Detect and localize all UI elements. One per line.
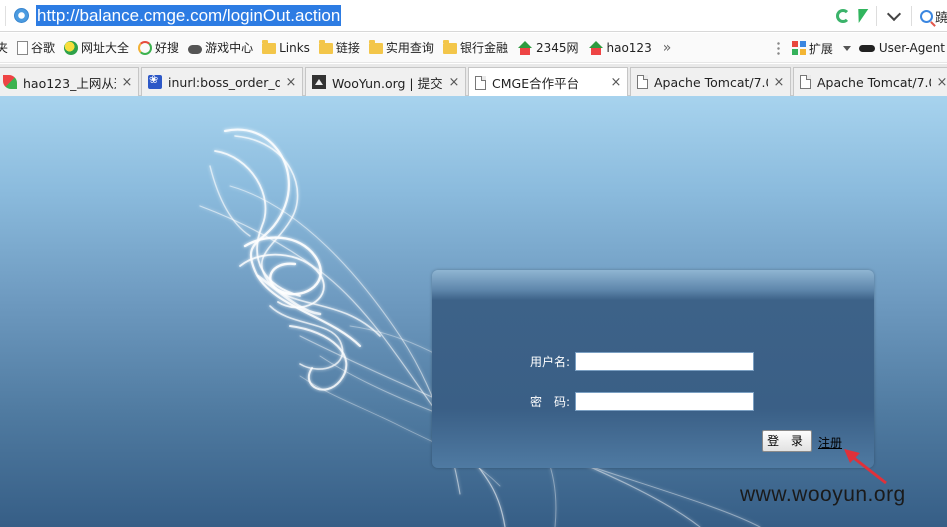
bookmarks-right: 扩展 User-Agent — [776, 33, 947, 63]
bookmarks-bar: 夹 谷歌 网址大全 好搜 游戏中心 Links 链接 实用查询 银行金融 234… — [0, 33, 947, 63]
bookmark-item[interactable]: 好搜 — [138, 37, 179, 59]
bookmark-label: 游戏中心 — [205, 41, 254, 55]
leaf-icon — [3, 75, 17, 89]
bookmark-folder[interactable]: 实用查询 — [368, 37, 434, 59]
extensions-label: 扩展 — [808, 41, 833, 56]
folder-icon — [262, 40, 277, 54]
tab-tomcat-2[interactable]: Apache Tomcat/7.0 × — [793, 67, 947, 96]
password-row: 密 码: — [432, 392, 754, 411]
login-panel: 用户名: 密 码: 登 录 注册 — [432, 270, 874, 468]
bookmark-item[interactable]: 2345网 — [517, 37, 579, 59]
tab-label: inurl:boss_order_del — [168, 74, 280, 90]
haosou-icon — [138, 40, 153, 55]
folder-icon — [368, 40, 383, 54]
watermark: www.wooyun.org — [740, 483, 906, 506]
close-icon[interactable]: × — [447, 75, 461, 90]
bookmark-label: 好搜 — [155, 41, 180, 55]
gamepad-icon — [188, 44, 203, 54]
bookmark-label: hao123 — [606, 40, 652, 55]
site-info-icon[interactable] — [14, 8, 29, 23]
more-options-icon[interactable] — [776, 41, 780, 55]
refresh-icon[interactable] — [836, 9, 850, 23]
house-icon — [517, 40, 533, 55]
search-input[interactable]: 蹺 — [935, 7, 947, 26]
close-icon[interactable]: × — [284, 75, 298, 90]
tab-hao123[interactable]: hao123_上网从这里开始 × — [0, 67, 139, 96]
bookmark-item[interactable]: 游戏中心 — [188, 37, 253, 59]
user-agent-label: User-Agent — [878, 41, 945, 55]
globe-icon — [64, 40, 79, 55]
username-row: 用户名: — [432, 352, 754, 371]
address-bar: http://balance.cmge.com/loginOut.action … — [0, 0, 947, 32]
username-input[interactable] — [575, 352, 754, 371]
bookmark-label: Links — [279, 40, 310, 55]
extensions-icon — [791, 41, 806, 55]
tab-cmge[interactable]: CMGE合作平台 × — [468, 67, 628, 97]
house-icon — [588, 40, 604, 55]
bookmark-label: 2345网 — [535, 41, 579, 55]
address-bar-tools: 蹺 — [836, 0, 947, 32]
bookmark-label: 银行金融 — [459, 41, 508, 55]
tab-label: hao123_上网从这里开始 — [23, 75, 116, 91]
tab-label: Apache Tomcat/7.0 — [817, 74, 931, 90]
paw-icon — [148, 73, 162, 89]
url-input[interactable]: http://balance.cmge.com/loginOut.action — [36, 5, 342, 26]
close-icon[interactable]: × — [120, 75, 134, 90]
bookmark-item[interactable]: 夹 — [0, 37, 8, 59]
mask-icon — [858, 44, 875, 52]
bookmark-folder[interactable]: 银行金融 — [442, 37, 508, 59]
page-content: 用户名: 密 码: 登 录 注册 www.wooyun.org — [0, 96, 947, 527]
bookmark-label: 实用查询 — [385, 41, 434, 55]
document-icon — [800, 75, 811, 89]
tab-label: Apache Tomcat/7.0 — [654, 74, 768, 90]
wooyun-icon — [312, 75, 326, 89]
tab-bar: hao123_上网从这里开始 × inurl:boss_order_del × … — [0, 64, 947, 97]
nav-edge — [0, 6, 6, 26]
tab-search[interactable]: inurl:boss_order_del × — [141, 67, 303, 96]
document-icon — [637, 75, 648, 89]
document-icon — [475, 75, 486, 90]
speed-mode-icon[interactable] — [853, 9, 869, 23]
tab-tomcat-1[interactable]: Apache Tomcat/7.0 × — [630, 67, 791, 96]
chevron-down-icon[interactable] — [886, 6, 902, 21]
bookmark-label: 谷歌 — [31, 41, 56, 55]
bookmark-label: 链接 — [335, 41, 360, 55]
tab-label: CMGE合作平台 — [492, 76, 580, 91]
username-label: 用户名: — [529, 355, 570, 369]
close-icon[interactable]: × — [935, 75, 947, 90]
password-label: 密 码: — [529, 395, 570, 409]
bookmark-item[interactable]: 网址大全 — [64, 37, 129, 59]
tab-wooyun[interactable]: WooYun.org | 提交漏洞 × — [305, 67, 466, 96]
bookmark-item[interactable]: hao123 — [588, 37, 652, 59]
bookmark-item[interactable]: 谷歌 — [17, 37, 55, 59]
extensions-button[interactable]: 扩展 — [791, 37, 833, 59]
folder-icon — [318, 40, 333, 54]
caret-down-icon[interactable] — [842, 45, 851, 51]
divider — [911, 6, 912, 26]
bookmark-folder[interactable]: Links — [262, 37, 310, 59]
password-input[interactable] — [575, 392, 754, 411]
more-bookmarks-button[interactable]: » — [663, 40, 672, 56]
close-icon[interactable]: × — [772, 75, 786, 90]
bookmark-folder[interactable]: 链接 — [318, 37, 360, 59]
folder-icon — [442, 40, 457, 54]
divider — [876, 6, 877, 26]
close-icon[interactable]: × — [609, 75, 623, 90]
red-arrow-annotation — [844, 449, 887, 485]
login-button[interactable]: 登 录 — [762, 430, 812, 452]
bookmark-label: 网址大全 — [81, 41, 130, 55]
user-agent-button[interactable]: User-Agent — [858, 37, 945, 59]
bookmark-label: 夹 — [0, 41, 9, 55]
register-link[interactable]: 注册 — [818, 434, 842, 451]
page-icon — [17, 40, 29, 55]
search-engine-icon[interactable] — [920, 9, 933, 23]
tab-label: WooYun.org | 提交漏洞 — [332, 75, 443, 91]
